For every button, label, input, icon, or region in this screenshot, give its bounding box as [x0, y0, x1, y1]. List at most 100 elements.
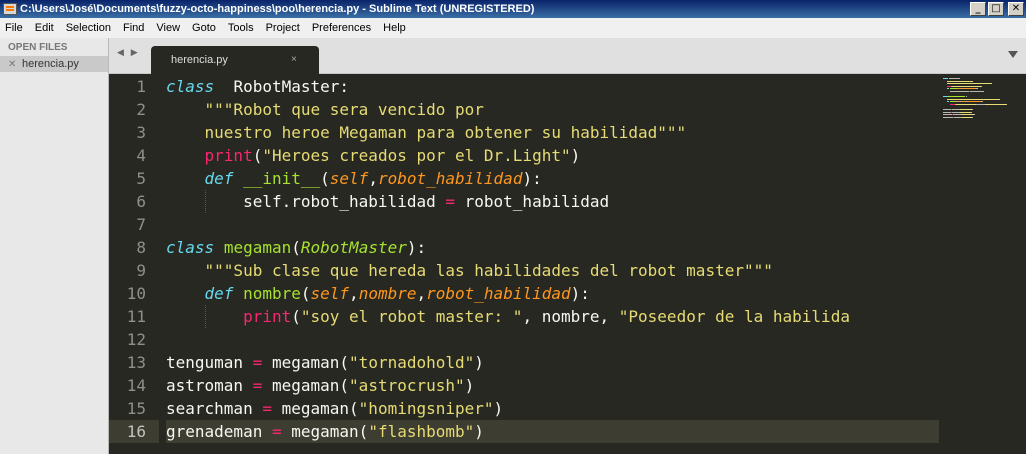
close-button[interactable]: ✕ — [1008, 2, 1024, 16]
minimap-stroke — [980, 85, 982, 87]
code-token: "Heroes creados por el Dr.Light" — [262, 146, 571, 165]
minimap-stroke — [971, 109, 973, 111]
line-number: 7 — [136, 215, 146, 234]
menu-file[interactable]: File — [0, 18, 29, 38]
code-token: nombre — [358, 284, 417, 303]
minimap-stroke — [943, 114, 952, 116]
code-token: megaman( — [262, 353, 350, 372]
minimap-stroke — [960, 109, 972, 111]
code-token: "homingsniper" — [358, 399, 494, 418]
minimap-stroke — [985, 104, 1007, 105]
minimap[interactable] — [939, 74, 1026, 454]
code-token: ) — [570, 146, 581, 165]
code-token: self — [310, 284, 350, 303]
code-token: megaman — [223, 238, 292, 257]
code-token: """Robot que sera vencido por — [204, 100, 484, 119]
code-token: RobotMaster: — [233, 77, 350, 96]
code-token: class — [166, 238, 215, 257]
code-token: grenademan — [166, 422, 272, 441]
code-token: ( — [300, 284, 311, 303]
code-token: = — [262, 399, 272, 418]
code-line: class megaman(RobotMaster): — [166, 236, 941, 259]
minimap-stroke — [952, 85, 981, 87]
tab-scroll-arrows-icon[interactable]: ◀ ▶ — [117, 48, 140, 58]
code-line: class RobotMaster: — [166, 75, 941, 98]
code-line: grenademan = megaman("flashbomb") — [166, 420, 941, 443]
code-token: , — [416, 284, 427, 303]
indent-guide — [204, 305, 206, 328]
line-number: 15 — [126, 399, 146, 418]
code-token: RobotMaster — [300, 238, 407, 257]
menu-bar: File Edit Selection Find View Goto Tools… — [0, 18, 1026, 38]
tab-dropdown-icon[interactable] — [1008, 51, 1018, 58]
code-token: searchman — [166, 399, 263, 418]
window-controls: _ □ ✕ — [970, 2, 1024, 16]
minimap-stroke — [943, 109, 952, 111]
maximize-button[interactable]: □ — [988, 2, 1004, 16]
code-token: self.robot_habilidad — [243, 192, 446, 211]
menu-selection[interactable]: Selection — [60, 18, 117, 38]
code-token: robot_habilidad — [377, 169, 523, 188]
code-line: """Robot que sera vencido por — [166, 98, 941, 121]
code-token: "soy el robot master: " — [300, 307, 523, 326]
minimap-stroke — [970, 111, 972, 113]
minimap-stroke — [943, 117, 953, 118]
minimap-stroke — [980, 101, 983, 103]
line-number: 12 — [126, 330, 146, 349]
tab-herencia[interactable]: herencia.py × — [151, 46, 319, 74]
minimap-stroke — [952, 114, 961, 116]
menu-edit[interactable]: Edit — [29, 18, 60, 38]
minimap-stroke — [952, 109, 961, 111]
sidebar-file-herencia[interactable]: ✕ herencia.py — [0, 56, 108, 72]
tab-close-icon[interactable]: × — [291, 54, 297, 65]
code-token: "flashbomb" — [368, 422, 475, 441]
sidebar: OPEN FILES ✕ herencia.py — [0, 38, 109, 454]
code-editor[interactable]: 1 2 3 4 5 6 7 8 9 10 11 12 13 14 15 16 class RobotMaste… — [109, 74, 1026, 454]
code-area[interactable]: class RobotMaster: """Robot que sera ven… — [166, 74, 941, 454]
code-token: = — [252, 376, 263, 395]
code-line: nuestro heroe Megaman para obtener su ha… — [166, 121, 941, 144]
menu-tools[interactable]: Tools — [222, 18, 260, 38]
code-line: print("soy el robot master: ", nombre, "… — [166, 305, 941, 328]
line-number: 1 — [136, 77, 146, 96]
code-token: ) — [474, 422, 484, 441]
menu-find[interactable]: Find — [117, 18, 150, 38]
minimap-stroke — [976, 104, 986, 105]
menu-preferences[interactable]: Preferences — [306, 18, 377, 38]
line-number: 11 — [126, 307, 146, 326]
menu-goto[interactable]: Goto — [186, 18, 222, 38]
sidebar-file-label: herencia.py — [22, 58, 79, 70]
code-token: tenguman — [166, 353, 253, 372]
code-token: ): — [570, 284, 590, 303]
close-icon[interactable]: ✕ — [8, 59, 22, 70]
menu-help[interactable]: Help — [377, 18, 412, 38]
code-token: , nombre, — [522, 307, 619, 326]
code-token: = — [271, 422, 282, 441]
title-bar: C:\Users\José\Documents\fuzzy-octo-happi… — [0, 0, 1026, 18]
minimap-stroke — [960, 111, 971, 113]
code-token: class — [166, 77, 215, 96]
menu-view[interactable]: View — [150, 18, 186, 38]
minimap-stroke — [949, 78, 961, 79]
code-token: ) — [464, 376, 475, 395]
code-line: searchman = megaman("homingsniper") — [166, 397, 941, 420]
minimap-stroke — [952, 111, 961, 113]
line-number: 10 — [126, 284, 146, 303]
code-token: nuestro heroe Megaman para obtener su ha… — [204, 123, 687, 142]
menu-project[interactable]: Project — [260, 18, 306, 38]
code-token: astroman — [166, 376, 253, 395]
line-number: 6 — [136, 192, 146, 211]
minimap-stroke — [973, 114, 975, 116]
minimize-button[interactable]: _ — [970, 2, 986, 16]
code-token: print — [243, 307, 292, 326]
sublime-app-icon — [3, 3, 17, 15]
code-token: robot_habilidad — [455, 192, 610, 211]
code-token: "astrocrush" — [349, 376, 465, 395]
code-token: ( — [320, 169, 330, 188]
minimap-stroke — [962, 88, 977, 90]
code-line: def nombre(self,nombre,robot_habilidad): — [166, 282, 941, 305]
